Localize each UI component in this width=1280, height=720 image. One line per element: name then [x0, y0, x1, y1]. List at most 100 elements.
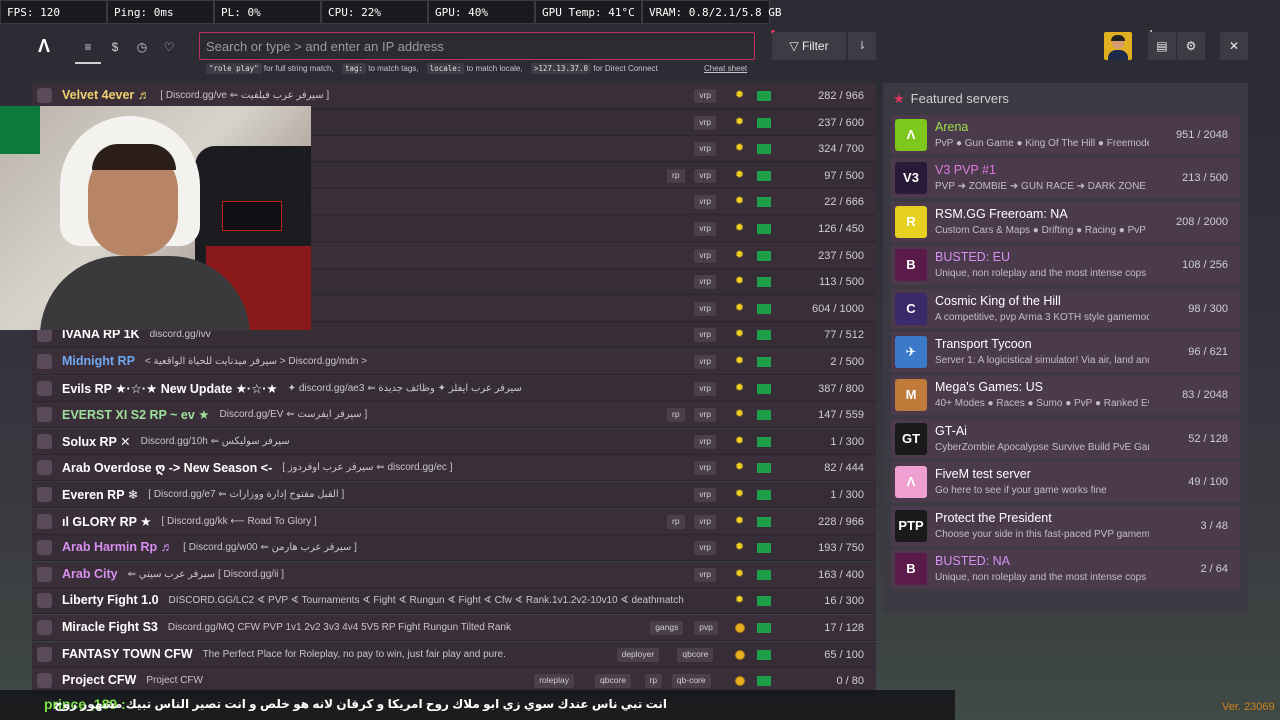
locale-flag-icon	[757, 410, 771, 421]
server-tag[interactable]: vrp	[694, 89, 716, 103]
server-tag[interactable]: pvp	[694, 621, 718, 635]
server-description: < سيرفر ميدنايت للحياة الواقعية > Discor…	[144, 356, 368, 367]
close-icon[interactable]: ✕	[1220, 32, 1248, 60]
server-tag[interactable]: deployer	[616, 647, 660, 662]
locale-flag-icon	[757, 383, 771, 394]
player-count: 22 / 666	[824, 196, 864, 209]
featured-servers-panel: ★ Featured servers Λ Arena PvP ● Gun Game ●…	[883, 83, 1248, 613]
server-icon	[37, 487, 52, 502]
server-tag[interactable]: roleplay	[534, 674, 574, 689]
server-tag[interactable]: rp	[667, 168, 685, 183]
server-tag[interactable]: vrp	[694, 275, 716, 290]
featured-server-name: Arena	[935, 120, 969, 134]
featured-server-item[interactable]: R RSM.GG Freeroam: NA Custom Cars & Maps ●…	[891, 201, 1240, 242]
server-tag[interactable]: vrp	[694, 514, 716, 529]
server-tag[interactable]: vrp	[694, 488, 716, 502]
cheat-sheet-link[interactable]: Cheat sheet	[704, 64, 747, 73]
server-row[interactable]: Arab Overdose ღ -> New Season <- [ سيرفر …	[32, 455, 876, 482]
server-tag[interactable]: gangs	[650, 621, 684, 635]
featured-server-item[interactable]: B BUSTED: EU Unique, non roleplay and the …	[891, 245, 1240, 286]
featured-server-item[interactable]: M Mega's Games: US 40+ Modes ● Races ● Sum…	[891, 375, 1240, 416]
server-tag[interactable]: qbcore	[595, 674, 631, 689]
player-count: 147 / 559	[818, 409, 864, 422]
list-icon[interactable]: ≡	[75, 38, 101, 64]
server-tag[interactable]: vrp	[694, 115, 716, 130]
server-row[interactable]: Arab Harmin Rp ♬ [ Discord.gg/w00 ⇐ سيرفر…	[32, 535, 876, 562]
player-count: 126 / 450	[818, 223, 864, 235]
featured-server-description: 40+ Modes ● Races ● Sumo ● PvP ● Ranked …	[935, 398, 1149, 410]
server-tag[interactable]: rp	[667, 514, 685, 529]
server-name: Project CFW	[62, 673, 137, 688]
server-tag[interactable]: rp	[667, 408, 685, 423]
server-tag[interactable]: qb-core	[671, 674, 711, 689]
featured-server-name: FiveM test server	[935, 467, 1031, 482]
server-icon	[37, 380, 52, 396]
server-tag[interactable]: qbcore	[677, 647, 714, 662]
settings-gear-icon[interactable]: ⚙	[1177, 32, 1205, 60]
server-row[interactable]: ıl GLORY RP ★ [ Discord.gg/kk ⟵ Road To G…	[32, 508, 876, 535]
server-tag[interactable]: vrp	[694, 541, 716, 556]
notifications-icon[interactable]: ▤	[1148, 32, 1176, 60]
locale-flag-icon	[757, 250, 771, 261]
avatar[interactable]	[1104, 32, 1132, 60]
featured-server-item[interactable]: PTP Protect the President Choose your side…	[891, 505, 1240, 546]
featured-server-description: A competitive, pvp Arma 3 KOTH style gam…	[935, 311, 1149, 323]
heart-icon[interactable]: ♡	[160, 38, 178, 56]
server-row[interactable]: EVERST XI S2 RP ~ ev ★ Discord.gg/EV ⇐ سي…	[32, 402, 876, 429]
server-row[interactable]: Everen RP ❄ [ Discord.gg/e7 ⇐ القبل مفتوح…	[32, 482, 876, 508]
featured-server-item[interactable]: GT GT-Ai CyberZombie Apocalypse Survive Bu…	[891, 418, 1240, 459]
server-tag[interactable]: vrp	[694, 301, 716, 316]
server-row[interactable]: FANTASY TOWN CFW The Perfect Place for Ro…	[32, 641, 876, 668]
featured-server-item[interactable]: ✈ Transport Tycoon Server 1: A logicistica…	[891, 332, 1240, 372]
filter-button[interactable]: ▽ Filter	[772, 32, 846, 60]
server-row[interactable]: Evils RP ★·☆·★ New Update ★·☆·★ ✦ discord…	[32, 375, 876, 402]
history-icon[interactable]: ◷	[133, 38, 151, 56]
server-tag[interactable]: vrp	[694, 168, 716, 183]
server-row[interactable]: Solux RP ✕ Discord.gg/10h ⇐ سيرفر سوليكس v…	[32, 428, 876, 455]
hint-text: to match locale,	[466, 64, 523, 73]
locale-flag-icon	[757, 117, 771, 128]
fivem-logo-icon[interactable]: Λ	[38, 36, 54, 56]
dollar-icon[interactable]: $	[106, 38, 124, 56]
server-name: Evils RP ★·☆·★ New Update ★·☆·★	[62, 381, 278, 396]
featured-server-item[interactable]: V3 V3 PVP #1 PVP ➜ ZOMBIE ➜ GUN RACE ➜ DAR…	[891, 158, 1240, 199]
featured-server-name: V3 PVP #1	[935, 163, 996, 178]
featured-player-count: 49 / 100	[1188, 476, 1228, 489]
server-tag[interactable]: vrp	[694, 142, 716, 157]
featured-server-item[interactable]: Λ Arena PvP ● Gun Game ● King Of The Hill …	[891, 115, 1240, 155]
server-tag[interactable]: vrp	[694, 328, 716, 343]
server-tag[interactable]: vrp	[694, 355, 716, 369]
server-description: Project CFW	[146, 675, 203, 687]
server-row[interactable]: Miracle Fight S3 Discord.gg/MQ CFW PVP 1v…	[32, 615, 876, 641]
featured-server-item[interactable]: Λ FiveM test server Go here to see if your…	[891, 462, 1240, 503]
server-row[interactable]: Midnight RP < سيرفر ميدنايت للحياة الواقع…	[32, 349, 876, 375]
featured-player-count: 2 / 64	[1200, 563, 1228, 575]
server-tag[interactable]: vrp	[694, 434, 716, 449]
server-tag[interactable]: vrp	[694, 248, 716, 263]
locale-flag-icon	[757, 676, 771, 687]
search-input[interactable]: Search or type > and enter an IP address	[199, 32, 755, 60]
featured-server-name: Cosmic King of the Hill	[935, 293, 1061, 308]
server-tag[interactable]: vrp	[694, 195, 716, 210]
server-tag[interactable]: vrp	[694, 381, 716, 396]
featured-server-item[interactable]: B BUSTED: NA Unique, non roleplay and the …	[891, 549, 1240, 589]
featured-server-description: Go here to see if your game works fine	[935, 485, 1107, 497]
server-row[interactable]: Arab City ⇐ سيرفر عرب سيتي [ Discord.gg/i…	[32, 561, 876, 588]
server-row[interactable]: Liberty Fight 1.0 DISCORD.GG/LC2 ∢ PVP ∢ …	[32, 588, 876, 615]
sort-icon[interactable]: ⇂	[848, 32, 876, 60]
sun-icon: ✹	[734, 434, 745, 447]
featured-server-icon: Λ	[895, 119, 927, 151]
server-tag[interactable]: vrp	[694, 222, 716, 236]
server-tag[interactable]: rp	[644, 674, 663, 689]
featured-server-item[interactable]: C Cosmic King of the Hill A competitive, p…	[891, 288, 1240, 329]
sun-icon: ✹	[734, 195, 745, 208]
server-tag[interactable]: vrp	[694, 567, 716, 582]
player-count: 113 / 500	[818, 276, 864, 289]
server-description: Discord.gg/EV ⇐ سيرفر ايفرست ]	[219, 409, 368, 421]
sun-icon: ✹	[734, 168, 745, 181]
server-tag[interactable]: vrp	[694, 408, 716, 423]
gpu-readout: GPU: 40%	[428, 0, 535, 24]
player-count: 1 / 300	[830, 489, 864, 501]
server-tag[interactable]: vrp	[694, 461, 716, 476]
locale-flag-icon	[757, 357, 771, 367]
